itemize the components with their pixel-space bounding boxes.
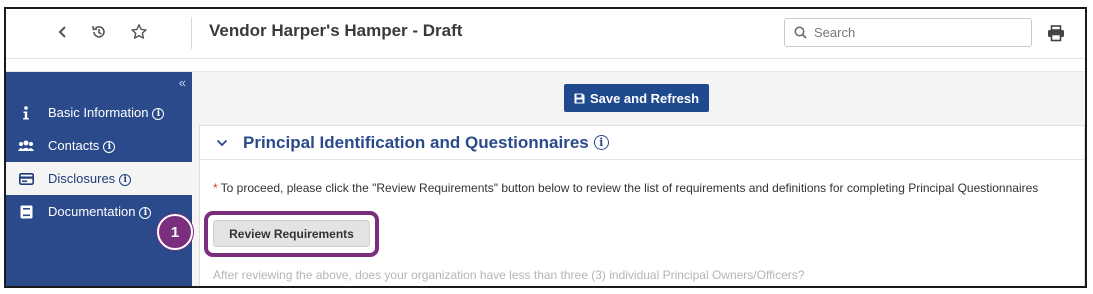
info-circle-icon: i (139, 207, 152, 219)
sidebar-item-basic-information[interactable]: Basic Information i (6, 96, 192, 129)
main-content: Save and Refresh Principal Identificatio… (192, 72, 1085, 286)
back-button[interactable] (50, 19, 76, 45)
sidebar: « Basic Information i Contacts i Disclos… (6, 72, 192, 286)
app-window: Vendor Harper's Hamper - Draft « (4, 7, 1087, 288)
save-button-label: Save and Refresh (589, 90, 700, 106)
book-icon (18, 204, 34, 220)
save-icon (574, 93, 585, 103)
info-circle-icon: i (119, 174, 132, 186)
instruction-text: To proceed, please click the "Review Req… (220, 181, 1039, 195)
header-divider (191, 17, 192, 49)
header-subbar (6, 59, 1085, 72)
sidebar-item-disclosures[interactable]: Disclosures i (6, 162, 192, 195)
page-title: Vendor Harper's Hamper - Draft (209, 21, 463, 40)
history-button[interactable] (86, 19, 112, 45)
favorite-button[interactable] (126, 19, 152, 45)
search-icon (794, 26, 807, 39)
chevron-left-icon (58, 26, 66, 38)
users-icon (18, 138, 34, 154)
sidebar-item-contacts[interactable]: Contacts i (6, 129, 192, 162)
required-asterisk: * (213, 181, 218, 195)
search-input[interactable] (814, 25, 1014, 40)
history-icon (92, 25, 105, 38)
principal-owners-question: After reviewing the above, does your org… (213, 268, 805, 282)
sidebar-item-label: Disclosures i (48, 171, 132, 186)
top-header: Vendor Harper's Hamper - Draft (6, 9, 1085, 59)
principal-identification-panel: Principal Identification and Questionnai… (199, 125, 1085, 286)
print-button[interactable] (1044, 21, 1068, 45)
panel-header[interactable]: Principal Identification and Questionnai… (200, 126, 1084, 160)
panel-title: Principal Identification and Questionnai… (243, 133, 609, 153)
sidebar-item-label: Basic Information i (48, 105, 165, 120)
info-circle-icon: i (103, 141, 116, 153)
collapse-sidebar-button[interactable]: « (179, 75, 186, 90)
review-requirements-button[interactable]: Review Requirements (213, 220, 370, 247)
sidebar-item-label: Documentation i (48, 204, 152, 219)
sidebar-item-label: Contacts i (48, 138, 116, 153)
info-circle-icon: i (152, 108, 165, 120)
save-and-refresh-button[interactable]: Save and Refresh (564, 84, 709, 112)
printer-icon (1048, 24, 1064, 41)
star-icon (131, 24, 147, 39)
step-number-badge: 1 (157, 214, 193, 250)
instruction-note: * To proceed, please click the "Review Re… (213, 181, 1038, 195)
info-icon (18, 105, 34, 121)
info-circle-icon: i (593, 134, 609, 150)
chevron-down-icon (215, 136, 229, 150)
card-icon (18, 171, 34, 187)
search-box[interactable] (784, 18, 1032, 47)
